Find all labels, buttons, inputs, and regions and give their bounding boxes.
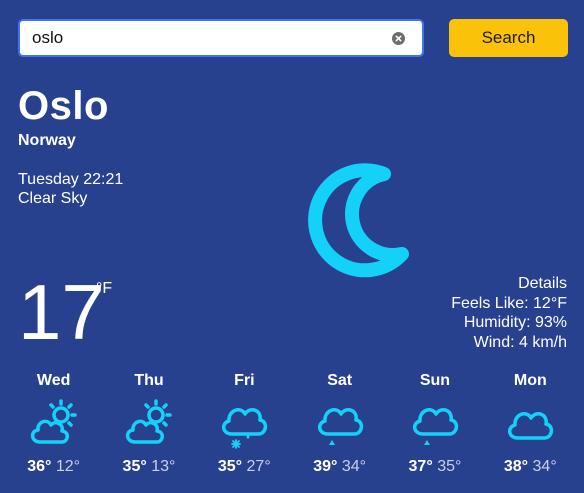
forecast-day: Mon 38° 34°	[483, 370, 578, 480]
forecast-high: 36°	[27, 458, 52, 475]
forecast-day: Sun 37° 35°	[387, 370, 482, 480]
moon-icon	[308, 163, 409, 278]
snow-icon	[222, 408, 268, 449]
partly-cloudy-icon	[125, 399, 172, 444]
forecast-low: 34°	[341, 458, 367, 475]
details-panel: Details Feels Like: 12°F Humidity: 93% W…	[451, 274, 567, 352]
forecast-day-name: Mon	[513, 372, 547, 389]
forecast-day-name: Sat	[327, 372, 353, 389]
city-name: Oslo	[18, 84, 109, 128]
forecast-temps: 36° 12°	[27, 458, 80, 476]
partly-cloudy-icon	[30, 399, 77, 444]
current-condition: Clear Sky	[18, 190, 88, 207]
search-button[interactable]: Search	[449, 19, 568, 57]
forecast-high: 35°	[122, 458, 147, 475]
forecast-high: 37°	[408, 458, 433, 475]
forecast-low: 13°	[151, 458, 176, 475]
forecast-temps: 35° 13°	[123, 458, 176, 476]
forecast-temps: 39° 34°	[313, 458, 366, 476]
current-temperature: 17	[18, 268, 105, 356]
search-input[interactable]	[32, 21, 392, 55]
forecast-high: 35°	[217, 458, 243, 475]
forecast-day-name: Fri	[234, 372, 255, 389]
forecast-low: 12°	[55, 458, 81, 475]
details-title: Details	[518, 275, 567, 292]
forecast-day: Sat 39° 34°	[292, 370, 387, 480]
temperature-unit: °F	[96, 280, 113, 297]
forecast-day-name: Thu	[134, 372, 164, 389]
forecast-low: 34°	[532, 458, 557, 475]
country-name: Norway	[18, 132, 76, 149]
forecast-day: Thu 35° 13°	[101, 370, 196, 480]
forecast-day: Fri 35° 27°	[197, 370, 292, 480]
forecast-high: 38°	[503, 458, 529, 475]
rain-icon	[412, 408, 459, 445]
forecast-low: 35°	[437, 458, 462, 475]
forecast-day: Wed 36° 12°	[6, 370, 101, 480]
cloud-icon	[508, 412, 554, 440]
forecast-temps: 35° 27°	[218, 458, 271, 476]
search-box	[18, 19, 424, 57]
humidity: Humidity: 93%	[463, 314, 567, 331]
wind: Wind: 4 km/h	[473, 333, 567, 351]
forecast-day-name: Wed	[36, 372, 71, 389]
rain-icon	[317, 408, 363, 445]
forecast-day-name: Sun	[419, 372, 451, 389]
forecast-low: 27°	[246, 458, 271, 475]
forecast-row: Wed 36° 12° Thu 35° 13° Fri 35° 27° Sat …	[6, 370, 578, 480]
forecast-temps: 38° 34°	[504, 458, 557, 476]
forecast-high: 39°	[313, 458, 338, 475]
feels-like: Feels Like: 12°F	[451, 294, 567, 312]
current-datetime: Tuesday 22:21	[18, 171, 124, 188]
forecast-temps: 37° 35°	[409, 458, 462, 476]
clear-icon[interactable]	[392, 32, 405, 45]
